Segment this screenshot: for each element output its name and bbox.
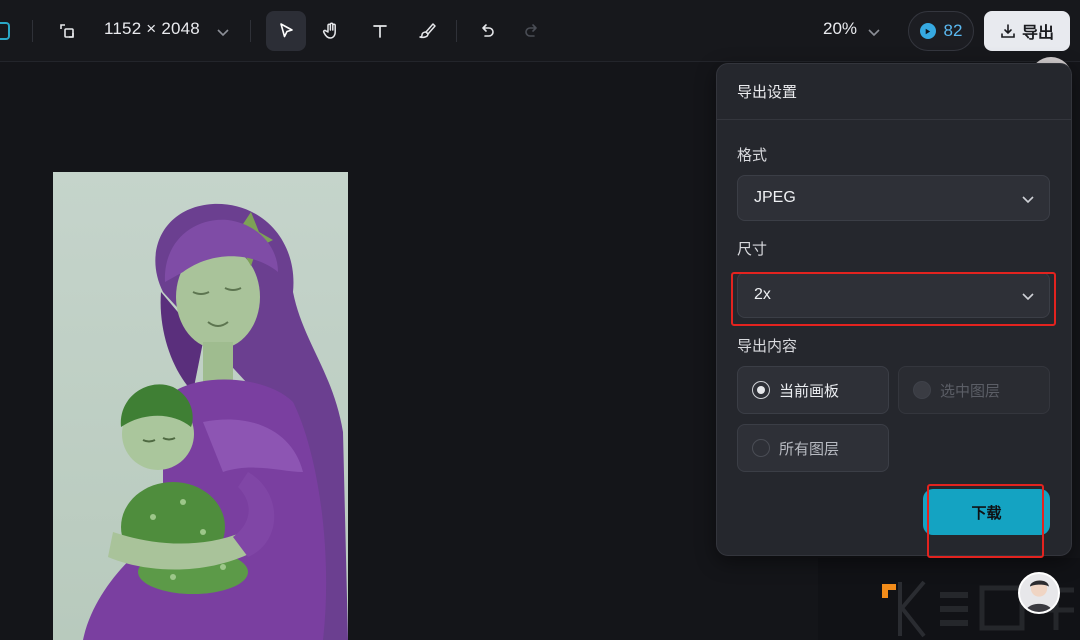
- format-label: 格式: [737, 146, 768, 164]
- download-icon: [1001, 24, 1015, 38]
- option-all-layers[interactable]: 所有图层: [737, 424, 889, 472]
- zoom-level[interactable]: 20%: [823, 19, 857, 39]
- avatar[interactable]: [1018, 572, 1060, 614]
- credits-badge[interactable]: 82: [908, 11, 974, 51]
- option-label: 所有图层: [779, 439, 840, 458]
- format-select-value: JPEG: [754, 189, 796, 206]
- panel-title: 导出设置: [737, 83, 798, 101]
- radio-unchecked-icon: [752, 439, 770, 457]
- content-label: 导出内容: [737, 337, 798, 355]
- pointer-icon: [280, 23, 293, 38]
- export-settings-panel: 导出设置 格式 JPEG 尺寸 2x 导出内容 当前画板 选中图层 所有图层 下…: [716, 63, 1072, 556]
- panel-toggle-icon[interactable]: [0, 22, 10, 40]
- undo-button[interactable]: [467, 11, 507, 51]
- credits-count: 82: [943, 21, 963, 40]
- artboard-image[interactable]: [53, 172, 348, 640]
- size-label: 尺寸: [737, 240, 768, 258]
- resize-icon: [60, 24, 74, 38]
- export-button[interactable]: 导出: [984, 11, 1070, 51]
- chevron-down-icon: [1022, 196, 1034, 204]
- brush-tool-button[interactable]: [407, 11, 447, 51]
- chevron-down-icon[interactable]: [867, 25, 881, 39]
- format-select[interactable]: JPEG: [737, 175, 1050, 221]
- export-button-label: 导出: [1021, 23, 1054, 42]
- option-label: 选中图层: [940, 381, 1001, 400]
- size-select[interactable]: 2x: [737, 272, 1050, 318]
- text-icon: [373, 25, 387, 38]
- credit-icon: [919, 23, 936, 39]
- select-tool-button[interactable]: [266, 11, 306, 51]
- redo-button[interactable]: [512, 11, 552, 51]
- option-selected-layer[interactable]: 选中图层: [898, 366, 1050, 414]
- chevron-down-icon[interactable]: [216, 25, 230, 39]
- toolbar-divider: [32, 20, 33, 42]
- resize-button[interactable]: [47, 11, 87, 51]
- hand-icon: [322, 22, 336, 39]
- artwork-illustration: [83, 203, 348, 640]
- top-toolbar: 1152 × 2048 20% 82 导出: [0, 0, 1080, 62]
- toolbar-divider: [456, 20, 457, 42]
- option-current-artboard[interactable]: 当前画板: [737, 366, 889, 414]
- canvas-size-label[interactable]: 1152 × 2048: [104, 19, 200, 39]
- hand-tool-button[interactable]: [311, 11, 351, 51]
- radio-disabled-icon: [913, 381, 931, 399]
- size-select-value: 2x: [754, 286, 771, 303]
- chevron-down-icon: [1022, 293, 1034, 301]
- radio-checked-icon: [752, 381, 770, 399]
- download-button[interactable]: 下载: [923, 489, 1050, 535]
- undo-icon: [482, 24, 494, 37]
- option-label: 当前画板: [779, 381, 840, 400]
- panel-divider: [717, 119, 1071, 120]
- text-tool-button[interactable]: [360, 11, 400, 51]
- redo-icon: [525, 24, 537, 37]
- toolbar-divider: [250, 20, 251, 42]
- brush-icon: [419, 23, 436, 39]
